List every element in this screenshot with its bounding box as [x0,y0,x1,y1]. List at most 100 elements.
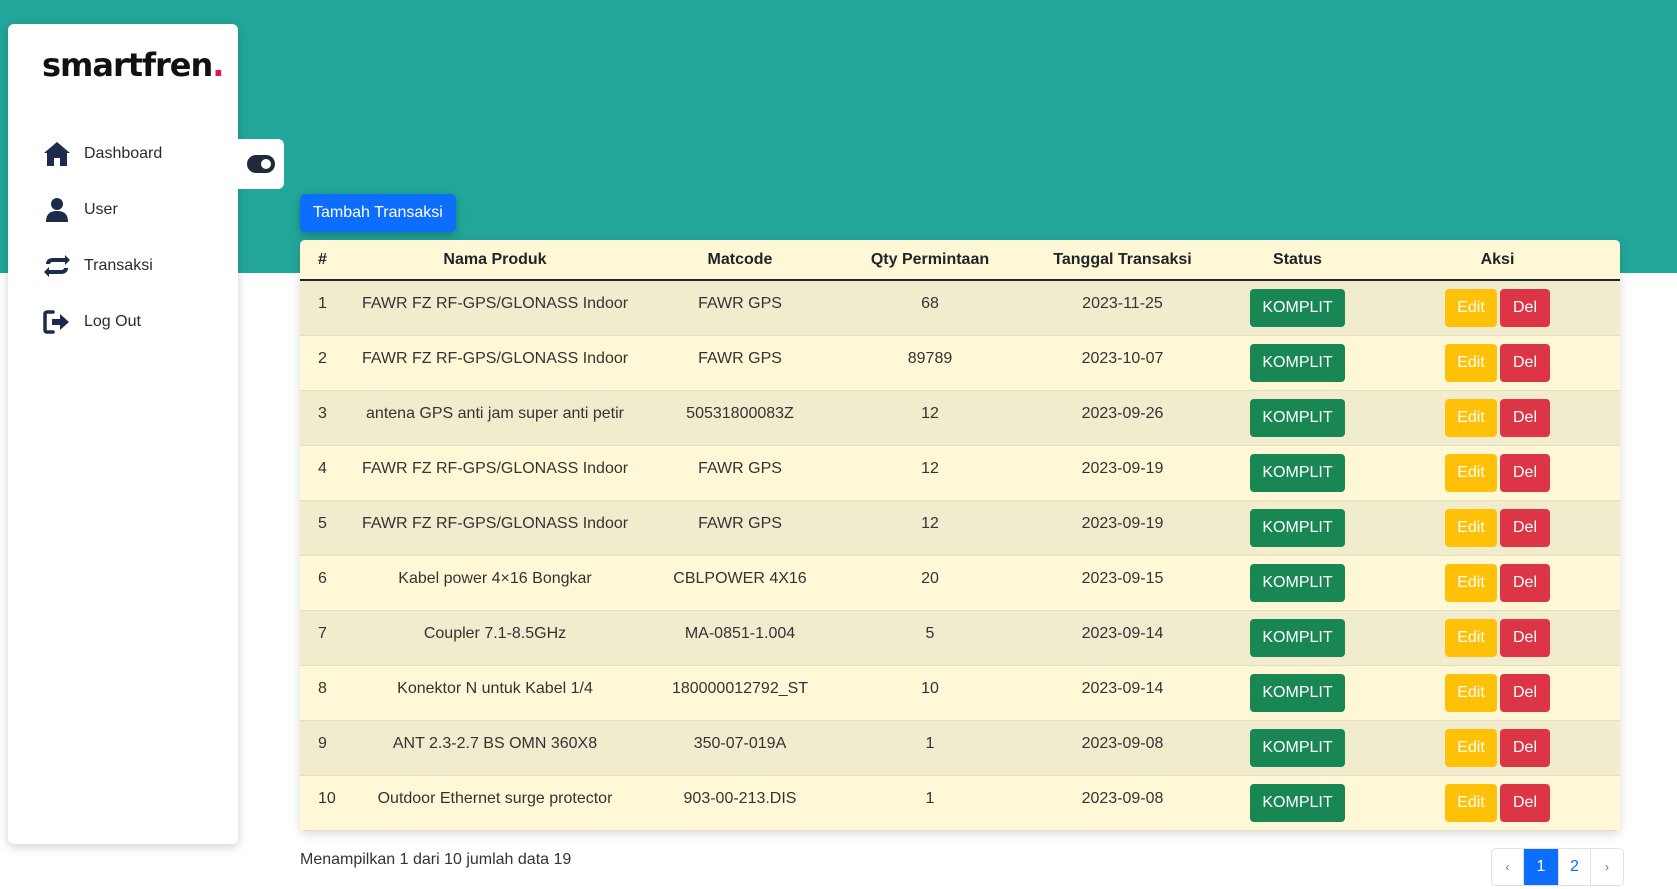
delete-button[interactable]: Del [1500,563,1550,602]
brand-dot: . [212,46,224,84]
cell-product: FAWR FZ RF-GPS/GLONASS Indoor [345,280,645,335]
column-header-qty: Qty Permintaan [835,240,1025,281]
cell-actions: Edit Del [1375,610,1620,665]
delete-button[interactable]: Del [1500,343,1550,382]
status-badge[interactable]: KOMPLIT [1250,453,1345,492]
sidebar-item-user[interactable]: User [42,190,118,230]
table-row: 3 antena GPS anti jam super anti petir 505… [300,390,1620,445]
table-row: 10 Outdoor Ethernet surge protector 903-00… [300,775,1620,830]
transactions-table: # Nama Produk Matcode Qty Permintaan Tan… [300,240,1620,831]
home-icon [42,139,72,169]
logout-icon [42,307,72,337]
sidebar-item-transaksi[interactable]: Transaksi [42,246,153,286]
sidebar-toggle[interactable] [237,139,284,189]
cell-product: Coupler 7.1-8.5GHz [345,610,645,665]
delete-button[interactable]: Del [1500,728,1550,767]
delete-button[interactable]: Del [1500,398,1550,437]
column-header-actions: Aksi [1375,240,1620,281]
status-badge[interactable]: KOMPLIT [1250,288,1345,327]
delete-button[interactable]: Del [1500,508,1550,547]
edit-button[interactable]: Edit [1445,673,1497,712]
edit-button[interactable]: Edit [1445,783,1497,822]
edit-button[interactable]: Edit [1445,728,1497,767]
cell-date: 2023-11-25 [1025,280,1220,335]
edit-button[interactable]: Edit [1445,508,1497,547]
cell-actions: Edit Del [1375,775,1620,830]
sidebar-item-label: Transaksi [84,257,153,274]
edit-button[interactable]: Edit [1445,288,1497,327]
exchange-icon [42,251,72,281]
cell-date: 2023-10-07 [1025,335,1220,390]
sidebar-item-label: User [84,201,118,218]
cell-matcode: CBLPOWER 4X16 [645,555,835,610]
status-badge[interactable]: KOMPLIT [1250,673,1345,712]
edit-button[interactable]: Edit [1445,563,1497,602]
delete-button[interactable]: Del [1500,783,1550,822]
edit-button[interactable]: Edit [1445,453,1497,492]
sidebar-item-logout[interactable]: Log Out [42,302,141,342]
sidebar-item-dashboard[interactable]: Dashboard [42,134,162,174]
pagination-prev-button[interactable]: ‹ [1492,849,1524,885]
table-row: 2 FAWR FZ RF-GPS/GLONASS Indoor FAWR GPS 89… [300,335,1620,390]
cell-product: Outdoor Ethernet surge protector [345,775,645,830]
cell-qty: 20 [835,555,1025,610]
cell-matcode: FAWR GPS [645,335,835,390]
cell-actions: Edit Del [1375,500,1620,555]
status-badge[interactable]: KOMPLIT [1250,343,1345,382]
cell-qty: 5 [835,610,1025,665]
header-band [0,0,1677,273]
cell-matcode: FAWR GPS [645,500,835,555]
pagination-page-2[interactable]: 2 [1559,849,1591,885]
table-summary: Menampilkan 1 dari 10 jumlah data 19 [300,851,572,868]
status-badge[interactable]: KOMPLIT [1250,783,1345,822]
brand-logo[interactable]: smartfren. [42,46,224,84]
cell-actions: Edit Del [1375,390,1620,445]
cell-status: KOMPLIT [1220,665,1375,720]
cell-product: ANT 2.3-2.7 BS OMN 360X8 [345,720,645,775]
cell-qty: 1 [835,775,1025,830]
edit-button[interactable]: Edit [1445,618,1497,657]
cell-status: KOMPLIT [1220,280,1375,335]
cell-number: 2 [300,335,345,390]
cell-product: FAWR FZ RF-GPS/GLONASS Indoor [345,335,645,390]
cell-actions: Edit Del [1375,665,1620,720]
status-badge[interactable]: KOMPLIT [1250,508,1345,547]
cell-number: 6 [300,555,345,610]
column-header-status: Status [1220,240,1375,281]
edit-button[interactable]: Edit [1445,343,1497,382]
delete-button[interactable]: Del [1500,618,1550,657]
table-row: 7 Coupler 7.1-8.5GHz MA-0851-1.004 5 2023-09… [300,610,1620,665]
toggle-knob [260,159,271,169]
table-row: 9 ANT 2.3-2.7 BS OMN 360X8 350-07-019A 1 202… [300,720,1620,775]
cell-product: FAWR FZ RF-GPS/GLONASS Indoor [345,500,645,555]
delete-button[interactable]: Del [1500,453,1550,492]
cell-qty: 89789 [835,335,1025,390]
pagination: ‹ 1 2 › [1491,848,1624,886]
cell-product: FAWR FZ RF-GPS/GLONASS Indoor [345,445,645,500]
pagination-next-button[interactable]: › [1591,849,1623,885]
table-row: 8 Konektor N untuk Kabel 1/4 180000012792_… [300,665,1620,720]
add-transaction-button[interactable]: Tambah Transaksi [300,194,456,232]
table-header-row: # Nama Produk Matcode Qty Permintaan Tan… [300,240,1620,281]
status-badge[interactable]: KOMPLIT [1250,398,1345,437]
cell-number: 1 [300,280,345,335]
cell-actions: Edit Del [1375,445,1620,500]
brand-name: smartfren [42,46,213,84]
cell-product: Konektor N untuk Kabel 1/4 [345,665,645,720]
delete-button[interactable]: Del [1500,673,1550,712]
sidebar-item-label: Log Out [84,313,141,330]
cell-actions: Edit Del [1375,280,1620,335]
column-header-date: Tanggal Transaksi [1025,240,1220,281]
status-badge[interactable]: KOMPLIT [1250,618,1345,657]
cell-qty: 1 [835,720,1025,775]
status-badge[interactable]: KOMPLIT [1250,728,1345,767]
cell-actions: Edit Del [1375,335,1620,390]
edit-button[interactable]: Edit [1445,398,1497,437]
delete-button[interactable]: Del [1500,288,1550,327]
cell-matcode: FAWR GPS [645,280,835,335]
cell-qty: 68 [835,280,1025,335]
cell-date: 2023-09-14 [1025,610,1220,665]
pagination-page-1[interactable]: 1 [1524,849,1559,885]
status-badge[interactable]: KOMPLIT [1250,563,1345,602]
column-header-matcode: Matcode [645,240,835,281]
